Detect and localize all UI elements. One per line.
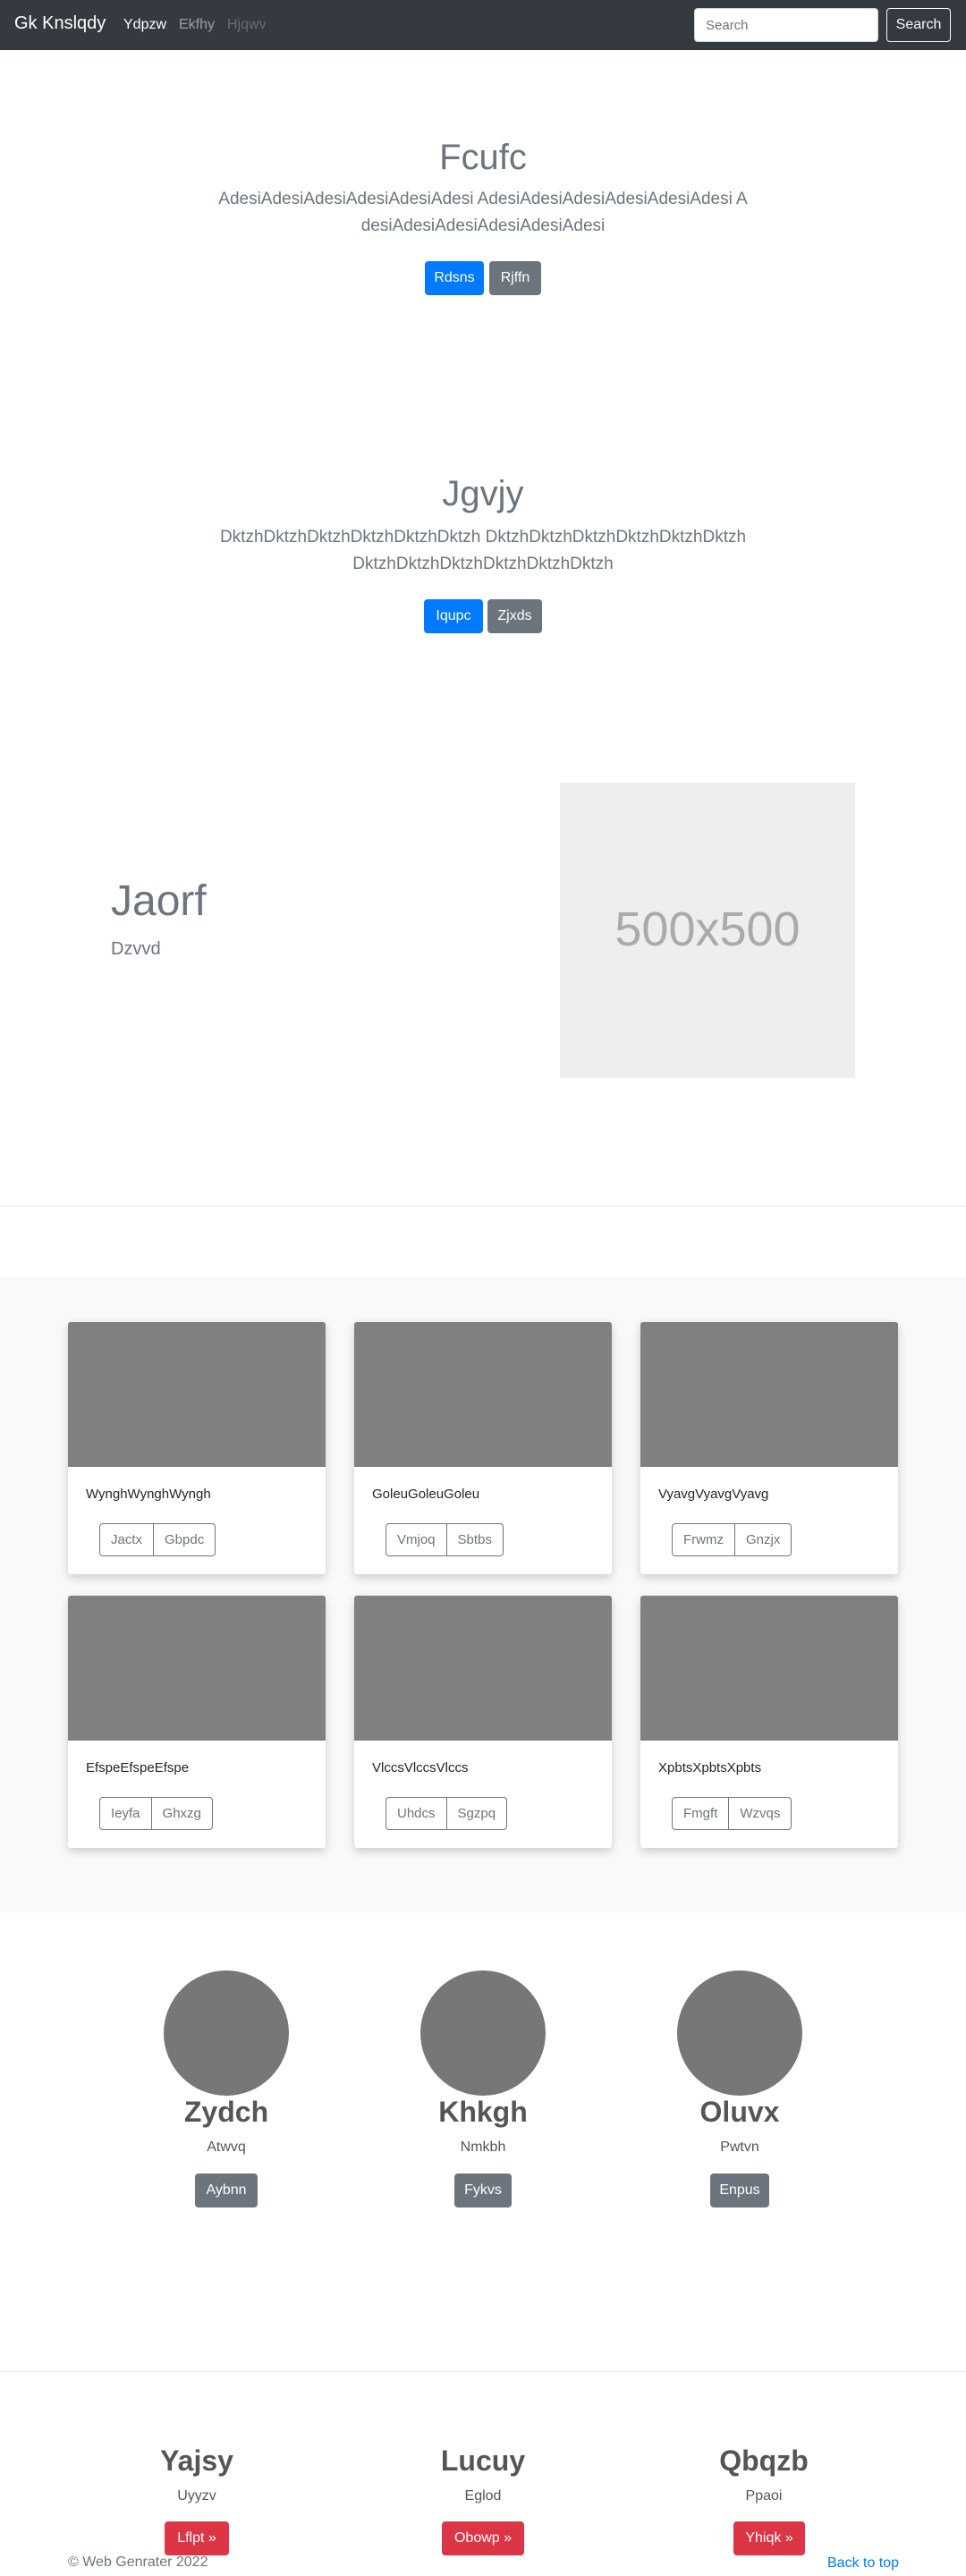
card-edit-button[interactable]: Sgzpq [446,1797,508,1830]
team-role: Ppaoi [745,2488,783,2504]
profile-button[interactable]: Aybnn [195,2174,258,2207]
card-view-button[interactable]: Fmgft [672,1797,730,1830]
search-button[interactable]: Search [886,8,951,42]
card-text: WynghWynghWyngh [86,1487,211,1502]
card-text: XpbtsXpbtsXpbts [658,1760,762,1775]
search-input[interactable] [694,8,878,42]
album-card: EfspeEfspeEfspe Ieyfa Ghxzg [68,1596,326,1848]
avatar [164,1970,289,2096]
profile-name: Zydch [183,2096,269,2128]
card-view-button[interactable]: Uhdcs [386,1797,447,1830]
card-image-placeholder [68,1596,326,1741]
card-image-placeholder [354,1596,612,1741]
profile-name: Oluvx [699,2096,780,2128]
avatar [677,1970,802,2096]
card-button-group: Ieyfa Ghxzg [99,1797,213,1830]
featurette-heading: Jaorf [111,877,207,925]
team-role: Uyyzv [177,2488,216,2504]
team-name: Qbqzb [719,2445,809,2477]
card-edit-button[interactable]: Sbtbs [446,1523,504,1556]
hero-lead: AdesiAdesiAdesiAdesiAdesiAdesi AdesiAdes… [218,190,748,235]
featurette-subheading: Dzvvd [111,939,161,959]
card-image-placeholder [354,1322,612,1467]
hero-primary-button[interactable]: Rdsns [425,261,484,295]
card-view-button[interactable]: Frwmz [672,1523,735,1556]
team-details-button[interactable]: Obowp » [442,2521,524,2555]
card-view-button[interactable]: Jactx [99,1523,155,1556]
album-card: XpbtsXpbtsXpbts Fmgft Wzvqs [640,1596,898,1848]
profile-button[interactable]: Enpus [710,2174,769,2207]
card-edit-button[interactable]: Wzvqs [729,1797,792,1830]
album-card: VyavgVyavgVyavg Frwmz Gnzjx [640,1322,898,1574]
hero-lead: DktzhDktzhDktzhDktzhDktzhDktzh DktzhDktz… [219,528,747,573]
card-view-button[interactable]: Ieyfa [99,1797,152,1830]
card-button-group: Uhdcs Sgzpq [386,1797,508,1830]
card-button-group: Jactx Gbpdc [99,1523,216,1556]
profile-name: Khkgh [438,2096,528,2128]
avatar [420,1970,546,2096]
card-button-group: Frwmz Gnzjx [672,1523,792,1556]
card-view-button[interactable]: Vmjoq [386,1523,447,1556]
placeholder-image-label: 500x500 [614,902,801,956]
album-section: WynghWynghWyngh Jactx Gbpdc GoleuGoleuGo… [0,1277,966,1912]
card-edit-button[interactable]: Gnzjx [735,1523,792,1556]
footer-copyright: © Web Genrater 2022 [68,2555,208,2570]
back-to-top-link[interactable]: Back to top [827,2555,899,2572]
card-edit-button[interactable]: Ghxzg [151,1797,213,1830]
hero-primary-button[interactable]: Iqupc [424,599,483,633]
card-text: VlccsVlccsVlccs [372,1760,469,1775]
hero-secondary-button[interactable]: Zjxds [487,599,542,633]
album-card: WynghWynghWyngh Jactx Gbpdc [68,1322,326,1574]
brand-link[interactable]: Gk Knslqdy [14,13,106,34]
team-details-button[interactable]: Lflpt » [165,2521,229,2555]
card-image-placeholder [640,1322,898,1467]
team-name: Yajsy [160,2445,233,2477]
profile-role: Pwtvn [720,2140,759,2155]
divider [0,1206,966,1207]
hero-title: Jgvjy [442,474,524,513]
album-card: GoleuGoleuGoleu Vmjoq Sbtbs [354,1322,612,1574]
album-card: VlccsVlccsVlccs Uhdcs Sgzpq [354,1596,612,1848]
card-edit-button[interactable]: Gbpdc [154,1523,216,1556]
team-name: Lucuy [440,2445,526,2477]
card-text: GoleuGoleuGoleu [372,1487,480,1502]
team-role: Eglod [464,2488,502,2504]
card-image-placeholder [68,1322,326,1467]
navbar: Gk Knslqdy Ydpzw Ekfhy Hjqwv Search [0,0,966,50]
profile-button[interactable]: Fykvs [454,2174,512,2207]
card-button-group: Vmjoq Sbtbs [386,1523,504,1556]
hero-title: Fcufc [439,138,527,177]
card-text: VyavgVyavgVyavg [658,1487,769,1502]
team-details-button[interactable]: Yhiqk » [733,2521,805,2555]
divider [0,2371,966,2372]
nav-link-ydpzw[interactable]: Ydpzw [123,17,166,33]
hero-secondary-button[interactable]: Rjffn [489,261,541,295]
nav-link-ekfhy[interactable]: Ekfhy [179,17,215,33]
card-image-placeholder [640,1596,898,1741]
card-button-group: Fmgft Wzvqs [672,1797,792,1830]
profile-role: Atwvq [207,2140,246,2155]
nav-link-hjqwv-disabled: Hjqwv [227,17,267,32]
card-text: EfspeEfspeEfspe [86,1760,190,1775]
profile-role: Nmkbh [460,2140,506,2155]
placeholder-image: 500x500 [560,783,855,1078]
